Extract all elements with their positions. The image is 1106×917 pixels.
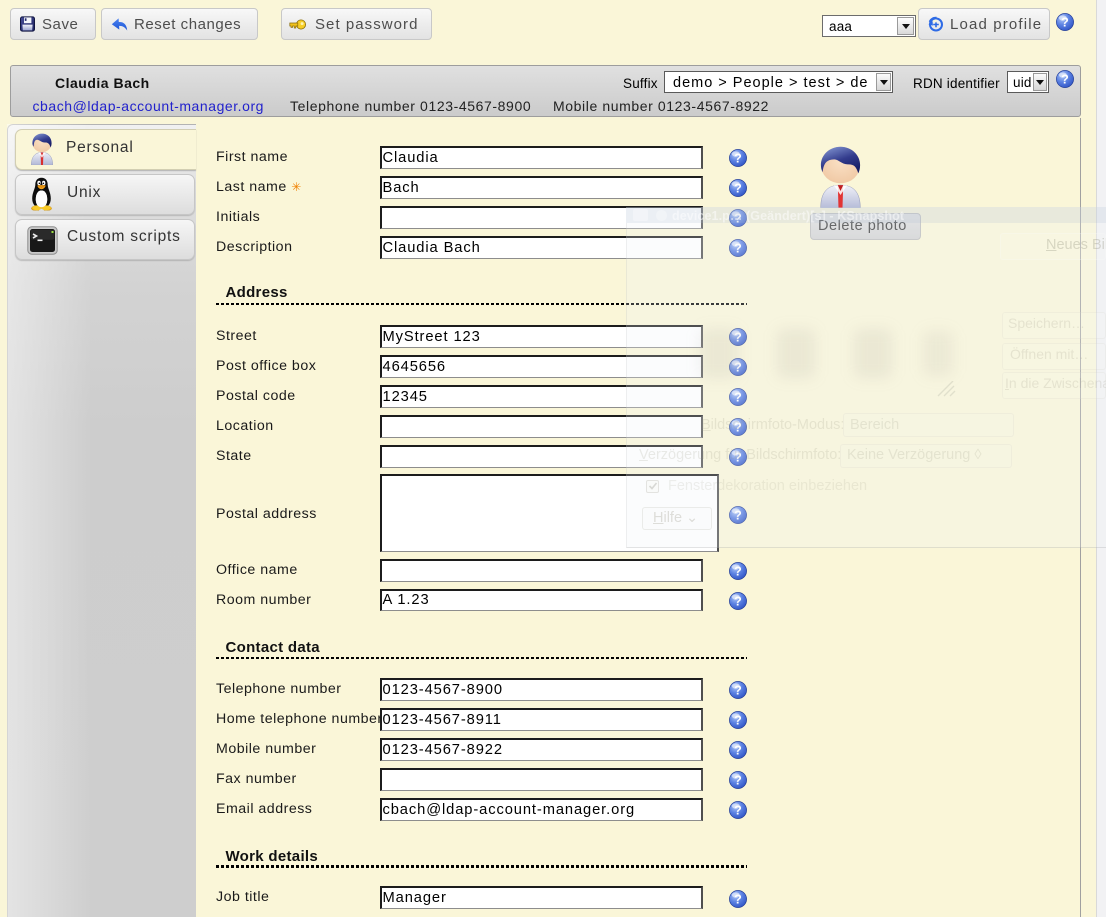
svg-text:?: ? xyxy=(1061,73,1069,87)
svg-text:?: ? xyxy=(1061,16,1069,30)
